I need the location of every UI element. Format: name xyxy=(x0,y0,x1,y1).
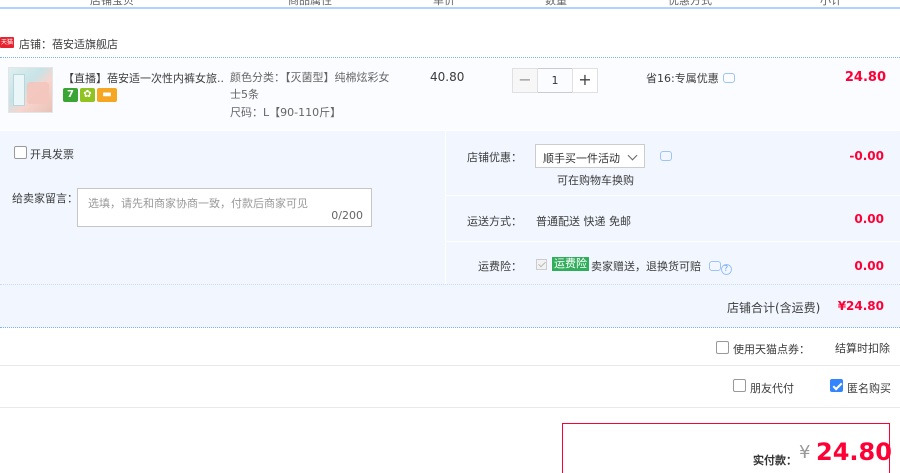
options-divider xyxy=(445,131,446,284)
pay-label: 实付款： xyxy=(753,454,797,467)
header-divider xyxy=(0,7,900,9)
item-promo-text: 省16:专属优惠 xyxy=(646,72,719,85)
service-icons: 7 ✿ ▬ xyxy=(63,88,119,102)
insurance-amount: 0.00 xyxy=(854,259,884,273)
shop-discount-label: 店铺优惠： xyxy=(467,151,522,164)
chat-bubble-icon[interactable] xyxy=(660,151,672,161)
footer-divider xyxy=(0,365,900,366)
attr-color-cont: 士5条 xyxy=(230,88,259,101)
invoice-checkbox[interactable] xyxy=(14,146,27,159)
shop-discount-value: 顺手买一件活动 xyxy=(543,152,620,165)
pay-currency: ¥ xyxy=(799,442,811,463)
friend-pay-checkbox[interactable] xyxy=(733,379,746,392)
shop-discount-select[interactable]: 顺手买一件活动 xyxy=(535,144,645,168)
tmall-points-checkbox[interactable] xyxy=(716,341,729,354)
message-label: 给卖家留言： xyxy=(12,192,78,205)
tmall-points-label[interactable]: 使用天猫点券： xyxy=(733,341,810,357)
friend-pay-label[interactable]: 朋友代付 xyxy=(750,380,794,396)
item-promo: 省16:专属优惠 xyxy=(646,70,735,86)
insurance-checkbox xyxy=(536,259,547,270)
product-thumbnail[interactable] xyxy=(8,67,53,113)
tmall-badge-icon: 天猫 xyxy=(0,37,14,48)
attr-size: 尺码：L【90-110斤】 xyxy=(230,106,342,119)
chat-bubble-icon[interactable] xyxy=(722,73,735,83)
repair-icon[interactable]: ✿ xyxy=(80,88,95,102)
insurance-text: 卖家赠送，退换货可赔 ? xyxy=(591,258,732,275)
shop-total-label: 店铺合计(含运费) xyxy=(727,301,821,315)
increase-quantity-button[interactable]: + xyxy=(572,68,598,93)
item-subtotal: 24.80 xyxy=(844,70,886,85)
anonymous-purchase-label[interactable]: 匿名购买 xyxy=(847,380,891,396)
chat-bubble-icon[interactable] xyxy=(708,261,721,271)
anonymous-purchase-checkbox[interactable] xyxy=(830,379,843,392)
shop-total-row: 店铺合计(含运费) ¥24.80 xyxy=(0,284,900,328)
attr-color: 颜色分类：【灭菌型】纯棉炫彩女 xyxy=(230,71,390,84)
unit-price: 40.80 xyxy=(430,70,465,84)
quantity-input[interactable]: 1 xyxy=(538,68,572,93)
decrease-quantity-button[interactable]: − xyxy=(512,68,538,93)
seven-day-icon[interactable]: 7 xyxy=(63,88,78,102)
shipping-label: 运送方式： xyxy=(467,215,522,228)
order-options-panel: 开具发票 给卖家留言： 选填，请先和商家协商一致，付款后商家可见 0/200 店… xyxy=(0,131,900,328)
message-char-count: 0/200 xyxy=(331,209,363,222)
shipping-amount: 0.00 xyxy=(854,212,884,226)
shop-row: 天猫 店铺：蓓安适旗舰店 xyxy=(0,33,900,55)
payment-summary-box: 实付款： ¥ 24.80 xyxy=(562,423,892,473)
tmall-points-note: 结算时扣除 xyxy=(835,342,890,355)
footer-divider xyxy=(0,407,900,408)
invoice-label[interactable]: 开具发票 xyxy=(30,146,74,162)
row-divider xyxy=(446,241,900,242)
pay-amount: 24.80 xyxy=(816,438,892,466)
message-placeholder: 选填，请先和商家协商一致，付款后商家可见 xyxy=(88,197,308,210)
quantity-stepper: − 1 + xyxy=(512,68,598,93)
shop-discount-amount: -0.00 xyxy=(849,149,884,163)
shop-total-amount: ¥24.80 xyxy=(837,299,884,313)
shop-name-link[interactable]: 店铺：蓓安适旗舰店 xyxy=(19,36,118,52)
chevron-down-icon xyxy=(627,150,638,161)
seller-message-textarea[interactable]: 选填，请先和商家协商一致，付款后商家可见 0/200 xyxy=(77,188,372,227)
product-title-link[interactable]: 【直播】蓓安适一次性内裤女旅... xyxy=(63,70,225,86)
insurance-tag: 运费险 xyxy=(552,257,589,271)
insurance-desc: 卖家赠送，退换货可赔 xyxy=(591,260,701,273)
insurance-label: 运费险： xyxy=(478,260,522,273)
card-icon[interactable]: ▬ xyxy=(97,88,117,102)
row-divider xyxy=(446,195,900,196)
order-item-row: 【直播】蓓安适一次性内裤女旅... 7 ✿ ▬ 颜色分类：【灭菌型】纯棉炫彩女 士5… xyxy=(0,57,900,130)
shop-discount-note: 可在购物车换购 xyxy=(557,174,634,187)
help-icon[interactable]: ? xyxy=(720,264,732,275)
shipping-method: 普通配送 快递 免邮 xyxy=(536,215,631,228)
